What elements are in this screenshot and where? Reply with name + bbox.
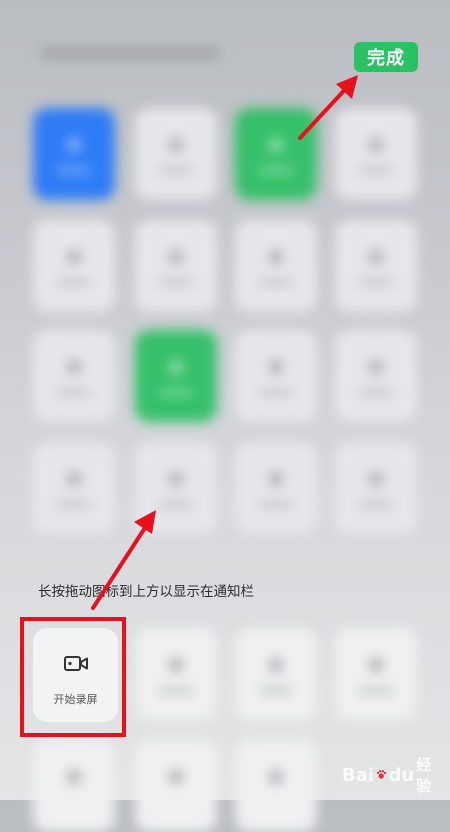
watermark-brand-end: du (388, 764, 415, 786)
arrow-drag-up (91, 518, 152, 610)
annotation-arrows (91, 75, 358, 610)
baidu-watermark: Bai du 经验 (342, 756, 432, 795)
watermark-brand: Bai (342, 764, 375, 786)
paw-icon (376, 770, 387, 779)
watermark-sub: 经验 (416, 756, 432, 795)
